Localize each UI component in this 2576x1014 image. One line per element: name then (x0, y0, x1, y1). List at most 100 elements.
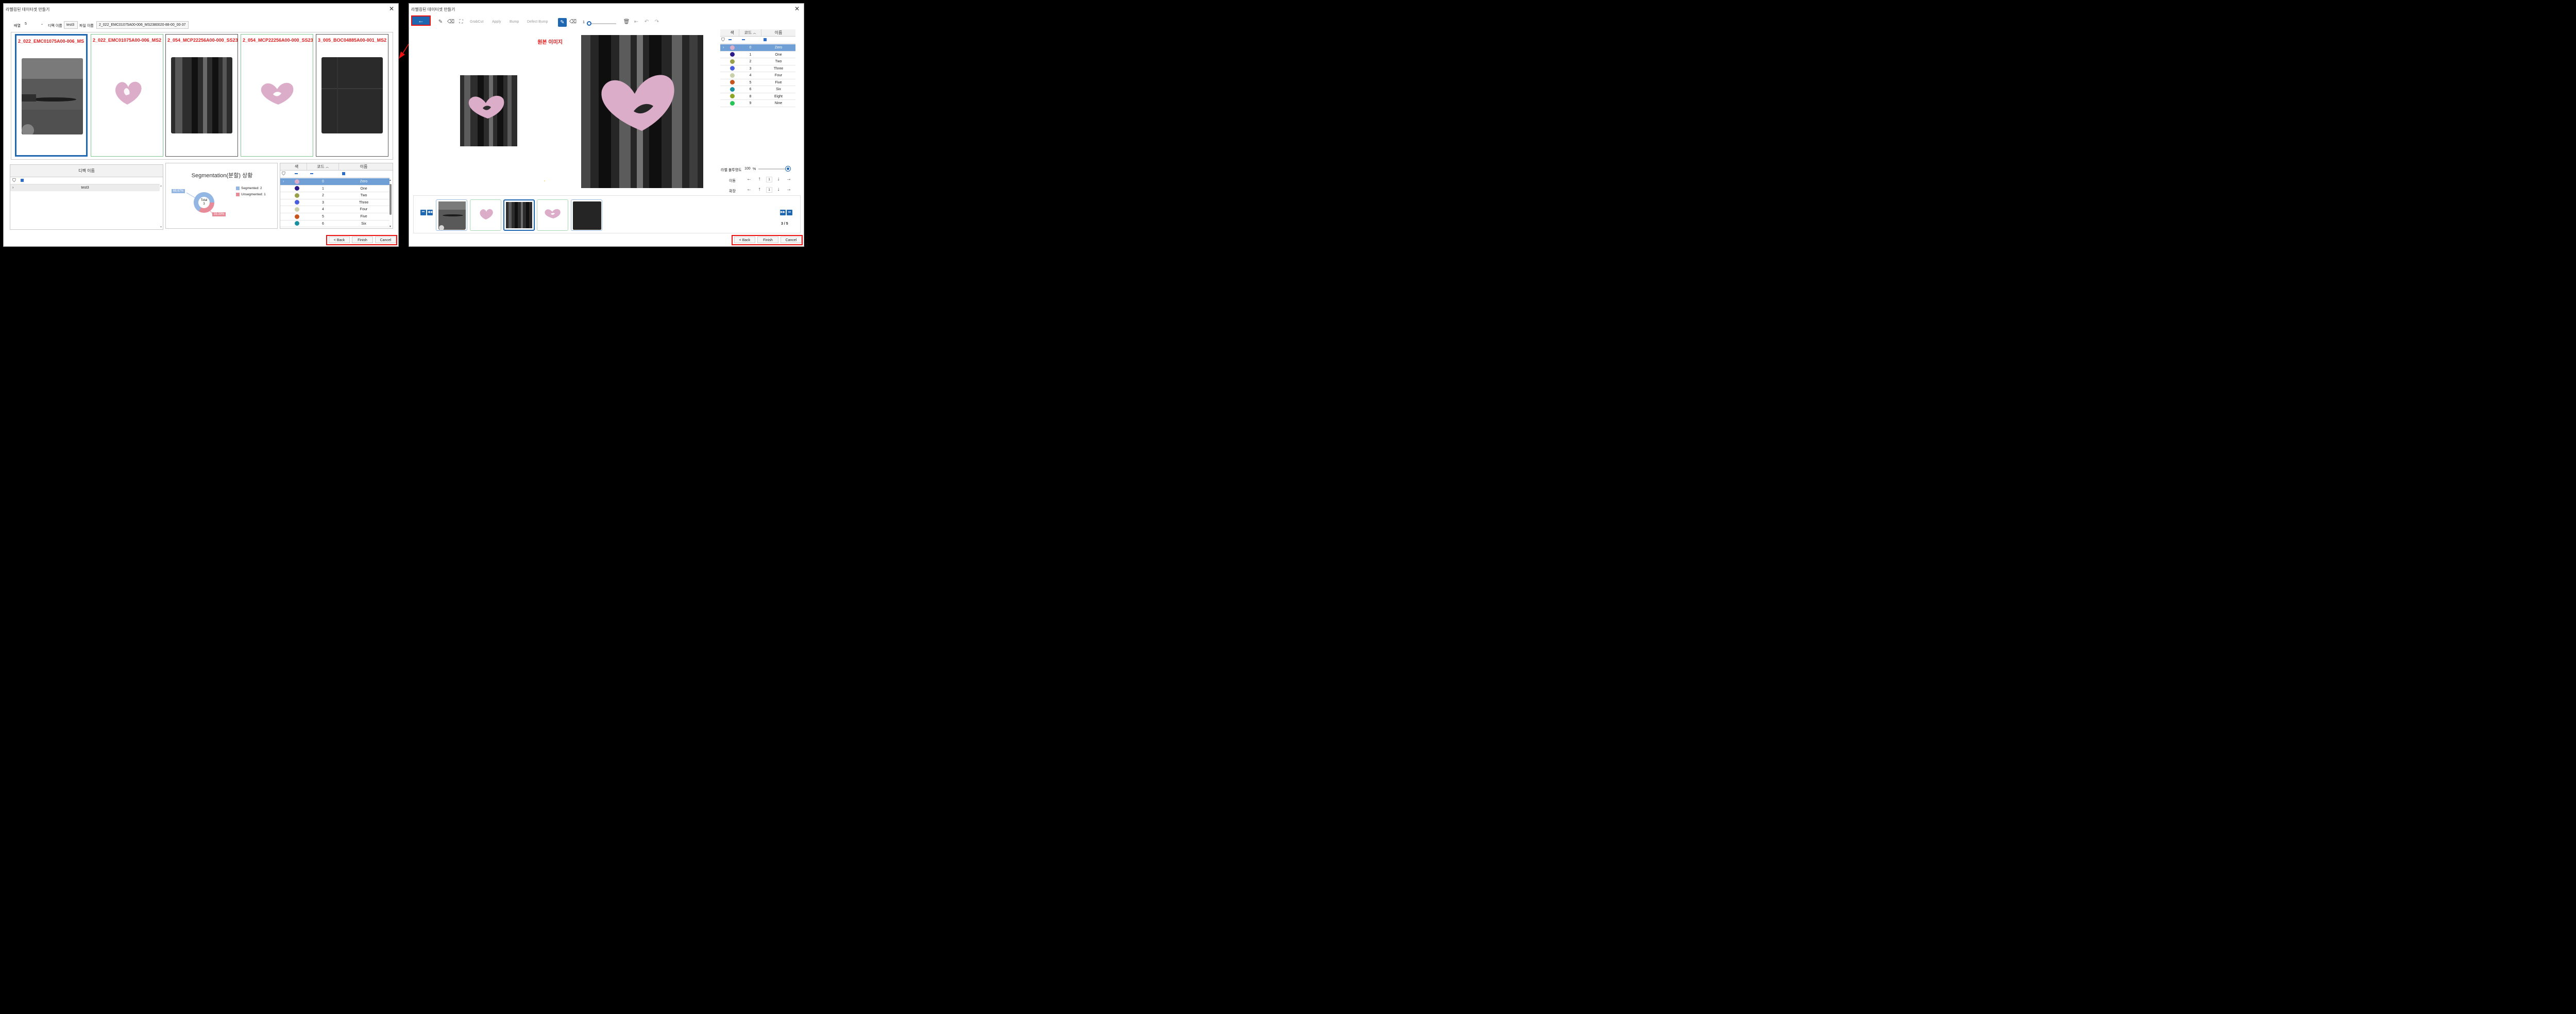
label-row[interactable]: 8 Eight (720, 93, 795, 100)
grabcut-button[interactable]: GrabCut (470, 18, 483, 27)
label-row[interactable]: 9 Nine (720, 100, 795, 107)
cancel-button[interactable]: Cancel (375, 236, 396, 243)
move-down-icon[interactable]: ↓ (775, 176, 782, 182)
col-name-header[interactable]: 이름 (339, 163, 388, 171)
row-expand-icon[interactable] (281, 206, 285, 213)
label-row[interactable]: 3 Three (280, 199, 389, 207)
row-expand-icon[interactable] (281, 192, 285, 199)
label-color-swatch[interactable] (730, 100, 735, 106)
label-row[interactable]: 5 Five (280, 213, 389, 221)
finish-button[interactable]: Finish (757, 236, 778, 243)
gallery-card[interactable]: 3_005_BOC04885A00-001_MS2 (316, 34, 388, 157)
row-expand-icon[interactable]: › (721, 44, 725, 51)
row-expand-icon[interactable]: › (12, 184, 13, 191)
move-step-field[interactable]: 1 (766, 177, 772, 182)
col-color-header[interactable]: 색 (725, 29, 739, 37)
label-color-swatch[interactable] (294, 207, 299, 212)
col-code-header[interactable]: 코드 ︿ (307, 163, 339, 171)
label-color-swatch[interactable] (294, 221, 299, 226)
row-expand-icon[interactable] (721, 79, 725, 86)
row-expand-icon[interactable] (721, 72, 725, 79)
label-row[interactable]: 1 One (280, 185, 389, 193)
label-color-swatch[interactable] (294, 200, 299, 205)
gallery-card[interactable]: 2_054_MCP22256A00-000_SS23 (241, 34, 313, 157)
brush-pencil-icon[interactable]: ✎ (558, 18, 567, 27)
row-expand-icon[interactable]: › (281, 178, 285, 185)
label-color-swatch[interactable] (294, 193, 299, 198)
label-row[interactable]: 4 Four (280, 206, 389, 213)
bump-button[interactable]: Bump (510, 18, 519, 27)
file-name-field[interactable]: 2_022_EMC01075A00-006_MS2380020-88-00_00… (96, 21, 189, 29)
thumbnail[interactable] (470, 199, 501, 231)
label-opacity-slider[interactable] (758, 168, 788, 170)
label-table-filter-row[interactable]: ⛉ (280, 171, 389, 178)
label-color-swatch[interactable] (730, 94, 735, 99)
move-up-icon[interactable]: ↑ (756, 176, 762, 182)
defect-name-field[interactable]: test3 (64, 21, 78, 29)
row-expand-icon[interactable] (721, 58, 725, 65)
label-row[interactable]: 2 Two (280, 192, 389, 199)
back-button[interactable]: < Back (734, 236, 755, 243)
pencil-icon[interactable]: ✎ (436, 18, 445, 26)
trash-icon[interactable]: 🗑 (622, 18, 631, 26)
zoom-right-icon[interactable]: → (786, 187, 792, 192)
col-color-header[interactable]: 색 (286, 163, 307, 171)
thumbnail[interactable] (537, 199, 568, 231)
back-button[interactable]: < Back (329, 236, 350, 243)
eraser-icon[interactable]: ⌫ (447, 18, 455, 26)
zoom-down-icon[interactable]: ↓ (775, 187, 782, 192)
defect-grid-scrollbar[interactable]: ▲ ▼ (160, 184, 163, 229)
row-expand-icon[interactable] (721, 93, 725, 100)
label-color-swatch[interactable] (730, 59, 735, 64)
array-select[interactable]: 5 ⌄ (24, 21, 44, 28)
label-row[interactable]: 3 Three (720, 65, 795, 72)
label-color-swatch[interactable] (730, 73, 735, 78)
first-page-icon[interactable]: ⏮ (420, 210, 426, 215)
row-expand-icon[interactable] (281, 221, 285, 227)
thumbnail[interactable] (436, 199, 467, 231)
scroll-up-icon[interactable]: ▲ (389, 179, 392, 182)
label-color-swatch[interactable] (730, 87, 735, 92)
label-row[interactable]: 5 Five (720, 79, 795, 86)
label-row[interactable]: 6 Six (720, 86, 795, 93)
label-color-swatch[interactable] (730, 66, 735, 71)
label-color-swatch[interactable] (294, 214, 299, 219)
brush-size-slider[interactable] (587, 23, 616, 24)
label-row[interactable]: 1 One (720, 52, 795, 58)
row-expand-icon[interactable] (281, 185, 285, 192)
last-page-icon[interactable]: ⏭ (787, 210, 792, 215)
redo-icon[interactable]: ↷ (653, 18, 661, 26)
defect-bump-button[interactable]: Defect Bump (527, 18, 548, 27)
finish-button[interactable]: Finish (352, 236, 373, 243)
undo-icon[interactable]: ↶ (642, 18, 651, 26)
label-table-scrollbar[interactable]: ▲ ▼ (389, 179, 392, 228)
scroll-down-icon[interactable]: ▼ (160, 226, 162, 229)
gallery-card[interactable]: 2_054_MCP22256A00-000_SS23 (165, 34, 238, 157)
row-expand-icon[interactable] (721, 86, 725, 93)
zoom-left-icon[interactable]: ← (746, 187, 752, 192)
label-color-swatch[interactable] (294, 186, 299, 191)
label-edit-canvas[interactable] (581, 35, 703, 188)
thumbnail-selected[interactable] (503, 199, 535, 231)
label-row[interactable]: 2 Two (720, 58, 795, 65)
scrollbar-thumb[interactable] (389, 184, 392, 215)
row-expand-icon[interactable] (721, 52, 725, 58)
label-color-swatch[interactable] (730, 52, 735, 57)
col-code-header[interactable]: 코드 ︿ (739, 29, 761, 37)
col-name-header[interactable]: 이름 (761, 29, 795, 37)
zoom-step-field[interactable]: 1 (766, 187, 772, 193)
label-table-filter-row[interactable]: ⛉ (720, 37, 795, 44)
defect-grid-row[interactable]: › test3 (10, 184, 160, 191)
zoom-up-icon[interactable]: ↑ (756, 187, 762, 192)
move-left-icon[interactable]: ← (746, 176, 752, 182)
cancel-button[interactable]: Cancel (781, 236, 802, 243)
row-expand-icon[interactable] (281, 199, 285, 206)
prev-page-icon[interactable]: ◀◀ (427, 210, 433, 215)
label-color-swatch[interactable] (730, 45, 735, 50)
label-row[interactable]: › 0 Zero (280, 178, 389, 185)
label-row[interactable]: 4 Four (720, 72, 795, 79)
scroll-down-icon[interactable]: ▼ (389, 225, 392, 228)
gallery-card[interactable]: 2_022_EMC01075A00-006_MS (15, 34, 88, 157)
label-row[interactable]: › 0 Zero (720, 44, 795, 52)
label-opacity-slider-thumb[interactable] (786, 166, 790, 171)
